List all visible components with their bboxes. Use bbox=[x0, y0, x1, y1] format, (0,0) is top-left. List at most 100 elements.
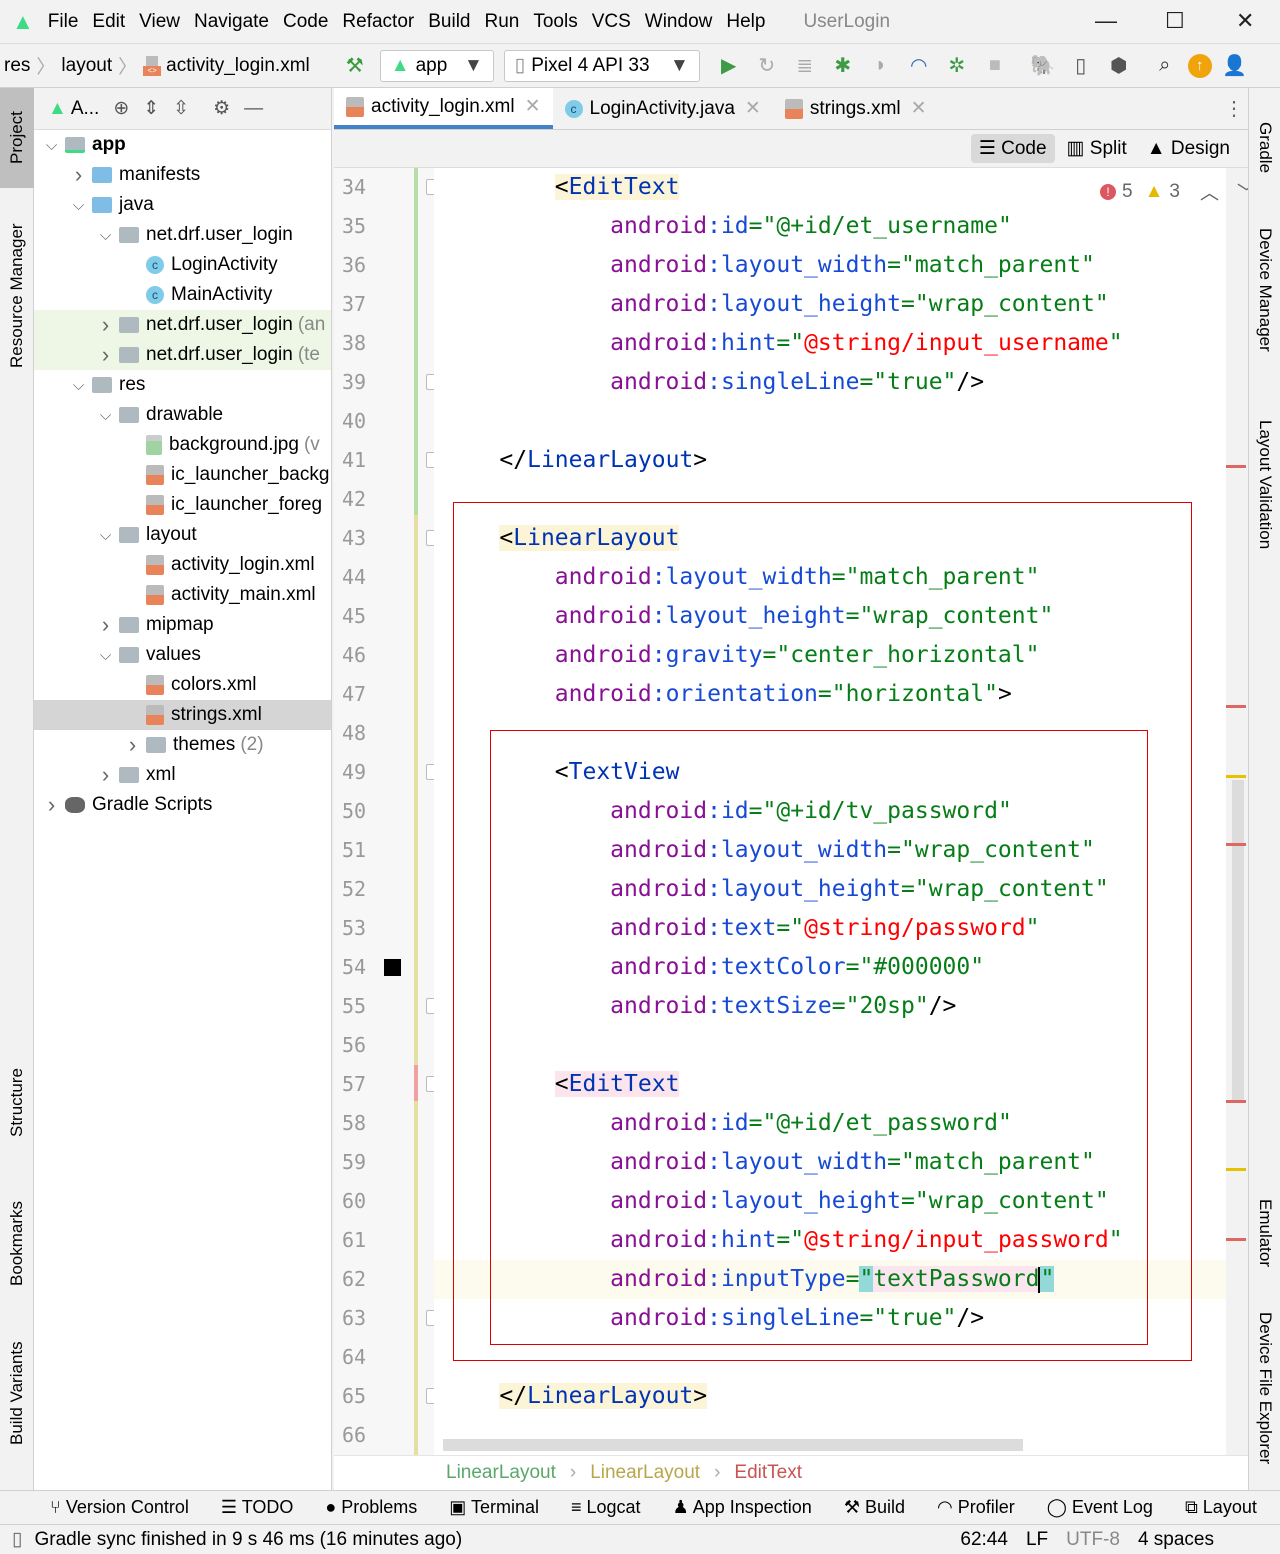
apply-changes-icon[interactable]: ↻ bbox=[752, 53, 782, 78]
code-editor[interactable]: <EditText android:id="@+id/et_username" … bbox=[434, 168, 1226, 1455]
tool-window-todo[interactable]: ☰ TODO bbox=[221, 1497, 293, 1518]
tab-activity-login-xml[interactable]: activity_login.xml ✕ bbox=[334, 88, 553, 129]
close-window-button[interactable]: ✕ bbox=[1236, 8, 1254, 34]
line-separator[interactable]: LF bbox=[1026, 1529, 1048, 1551]
tree-item[interactable]: › manifests bbox=[34, 160, 331, 190]
tree-item[interactable]: ⌵ java bbox=[34, 190, 331, 220]
hide-icon[interactable]: — bbox=[244, 98, 263, 120]
chevron-down-icon[interactable]: ⌵ bbox=[92, 407, 119, 424]
gear-icon[interactable]: ⚙ bbox=[213, 97, 230, 120]
caret-position[interactable]: 62:44 bbox=[960, 1529, 1008, 1551]
tool-tab-resource-manager[interactable]: Resource Manager bbox=[0, 206, 34, 386]
project-view-selector[interactable]: A... bbox=[71, 98, 100, 120]
tool-tab-bookmarks[interactable]: Bookmarks bbox=[0, 1188, 34, 1298]
tree-item[interactable]: › net.drf.user_login (an bbox=[34, 310, 331, 340]
chevron-down-icon[interactable]: ⌵ bbox=[65, 377, 92, 394]
coverage-icon[interactable]: ◗ bbox=[866, 54, 896, 77]
collapse-all-icon[interactable]: ⇳ bbox=[173, 97, 189, 120]
menu-run[interactable]: Run bbox=[484, 11, 519, 33]
editor-scrollbar[interactable] bbox=[1232, 780, 1244, 1100]
apply-code-changes-icon[interactable]: ≣ bbox=[790, 53, 820, 78]
tool-window-profiler[interactable]: ◠ Profiler bbox=[937, 1497, 1015, 1518]
run-config-dropdown[interactable]: ▲ app ▼ bbox=[379, 49, 494, 82]
error-stripe[interactable] bbox=[1226, 1100, 1246, 1103]
sdk-manager-icon[interactable]: ⬢ bbox=[1104, 53, 1134, 78]
minimize-button[interactable]: — bbox=[1095, 8, 1117, 34]
chevron-right-icon[interactable]: › bbox=[92, 342, 119, 368]
tree-item[interactable]: ⌵ layout bbox=[34, 520, 331, 550]
tool-tab-project[interactable]: Project bbox=[0, 88, 34, 188]
warning-stripe[interactable] bbox=[1226, 1168, 1246, 1171]
menu-window[interactable]: Window bbox=[645, 11, 713, 33]
indent-setting[interactable]: 4 spaces bbox=[1138, 1529, 1214, 1551]
menu-view[interactable]: View bbox=[139, 11, 180, 33]
tree-item[interactable]: ic_launcher_backg bbox=[34, 460, 331, 490]
view-mode-design[interactable]: ▲ Design bbox=[1139, 135, 1238, 163]
tree-item[interactable]: › themes (2) bbox=[34, 730, 331, 760]
menu-navigate[interactable]: Navigate bbox=[194, 11, 269, 33]
attach-debugger-icon[interactable]: ✲ bbox=[942, 53, 972, 78]
tool-window-logcat[interactable]: ≡ Logcat bbox=[571, 1497, 641, 1518]
tree-item[interactable]: activity_login.xml bbox=[34, 550, 331, 580]
menu-refactor[interactable]: Refactor bbox=[342, 11, 414, 33]
tool-window-build[interactable]: ⚒ Build bbox=[844, 1497, 905, 1518]
tool-window-terminal[interactable]: ▣ Terminal bbox=[449, 1497, 539, 1518]
tool-tab-structure[interactable]: Structure bbox=[0, 1058, 34, 1148]
chevron-down-icon[interactable]: ⌵ bbox=[92, 227, 119, 244]
tree-item[interactable]: ⌵ net.drf.user_login bbox=[34, 220, 331, 250]
debug-icon[interactable]: ✱ bbox=[828, 53, 858, 78]
error-stripe[interactable] bbox=[1226, 1238, 1246, 1241]
status-message[interactable]: Gradle sync finished in 9 s 46 ms (16 mi… bbox=[34, 1529, 462, 1551]
tree-item[interactable]: c MainActivity bbox=[34, 280, 331, 310]
account-icon[interactable]: 👤 bbox=[1220, 53, 1250, 78]
tool-tab-device-file-explorer[interactable]: Device File Explorer bbox=[1249, 1298, 1280, 1478]
tool-tab-build-variants[interactable]: Build Variants bbox=[0, 1333, 34, 1453]
error-stripe[interactable] bbox=[1226, 705, 1246, 708]
tree-item[interactable]: ⌵ app bbox=[34, 130, 331, 160]
tree-item[interactable]: › mipmap bbox=[34, 610, 331, 640]
device-dropdown[interactable]: ▯ Pixel 4 API 33 ▼ bbox=[503, 49, 700, 82]
tree-item[interactable]: colors.xml bbox=[34, 670, 331, 700]
update-icon[interactable]: ↑ bbox=[1187, 53, 1212, 78]
tree-item[interactable]: ⌵ res bbox=[34, 370, 331, 400]
chevron-down-icon[interactable]: ⌵ bbox=[38, 137, 65, 154]
tree-item[interactable]: background.jpg (v bbox=[34, 430, 331, 460]
crumb-layout[interactable]: layout bbox=[61, 55, 112, 77]
menu-tools[interactable]: Tools bbox=[533, 11, 577, 33]
search-icon[interactable]: ⌕ bbox=[1150, 54, 1180, 77]
prev-highlight-icon[interactable]: ︿ bbox=[1200, 178, 1219, 205]
color-swatch[interactable] bbox=[384, 959, 401, 976]
crumb-linearlayout-outer[interactable]: LinearLayout bbox=[446, 1462, 556, 1484]
crumb-edittext[interactable]: EditText bbox=[734, 1462, 802, 1484]
inspection-widget[interactable]: ! 5 ▲ 3 ︿ ﹀ bbox=[1100, 178, 1256, 205]
tab-loginactivity-java[interactable]: c LoginActivity.java ✕ bbox=[553, 88, 773, 129]
close-tab-icon[interactable]: ✕ bbox=[911, 97, 927, 120]
tree-item[interactable]: activity_main.xml bbox=[34, 580, 331, 610]
locate-icon[interactable]: ⊕ bbox=[113, 97, 129, 120]
chevron-right-icon[interactable]: › bbox=[119, 732, 146, 758]
hammer-build-icon[interactable]: ⚒ bbox=[340, 53, 370, 78]
tool-tab-device-manager[interactable]: Device Manager bbox=[1249, 210, 1280, 370]
expand-all-icon[interactable]: ⇕ bbox=[143, 97, 159, 120]
tool-window-version-control[interactable]: ⑂ Version Control bbox=[50, 1497, 189, 1518]
tool-window-app-inspection[interactable]: ♟ App Inspection bbox=[673, 1497, 812, 1518]
chevron-down-icon[interactable]: ⌵ bbox=[92, 527, 119, 544]
file-encoding[interactable]: UTF-8 bbox=[1066, 1529, 1120, 1551]
tree-item[interactable]: ⌵ values bbox=[34, 640, 331, 670]
chevron-down-icon[interactable]: ⌵ bbox=[92, 647, 119, 664]
crumb-linearlayout-inner[interactable]: LinearLayout bbox=[590, 1462, 700, 1484]
chevron-right-icon[interactable]: › bbox=[65, 162, 92, 188]
tool-tab-gradle[interactable]: Gradle bbox=[1249, 98, 1280, 198]
crumb-res[interactable]: res bbox=[4, 55, 30, 77]
view-mode-split[interactable]: ▥ Split bbox=[1059, 134, 1135, 163]
tree-item[interactable]: strings.xml bbox=[34, 700, 331, 730]
menu-help[interactable]: Help bbox=[726, 11, 765, 33]
chevron-right-icon[interactable]: › bbox=[92, 612, 119, 638]
menu-edit[interactable]: Edit bbox=[92, 11, 125, 33]
view-mode-code[interactable]: ☰ Code bbox=[970, 134, 1055, 163]
tool-window-layout[interactable]: ⧉ Layout bbox=[1185, 1497, 1257, 1518]
chevron-right-icon[interactable]: › bbox=[38, 792, 65, 818]
crumb-file[interactable]: activity_login.xml bbox=[166, 55, 310, 77]
sync-gradle-icon[interactable]: 🐘 bbox=[1028, 53, 1058, 78]
tree-item[interactable]: › net.drf.user_login (te bbox=[34, 340, 331, 370]
